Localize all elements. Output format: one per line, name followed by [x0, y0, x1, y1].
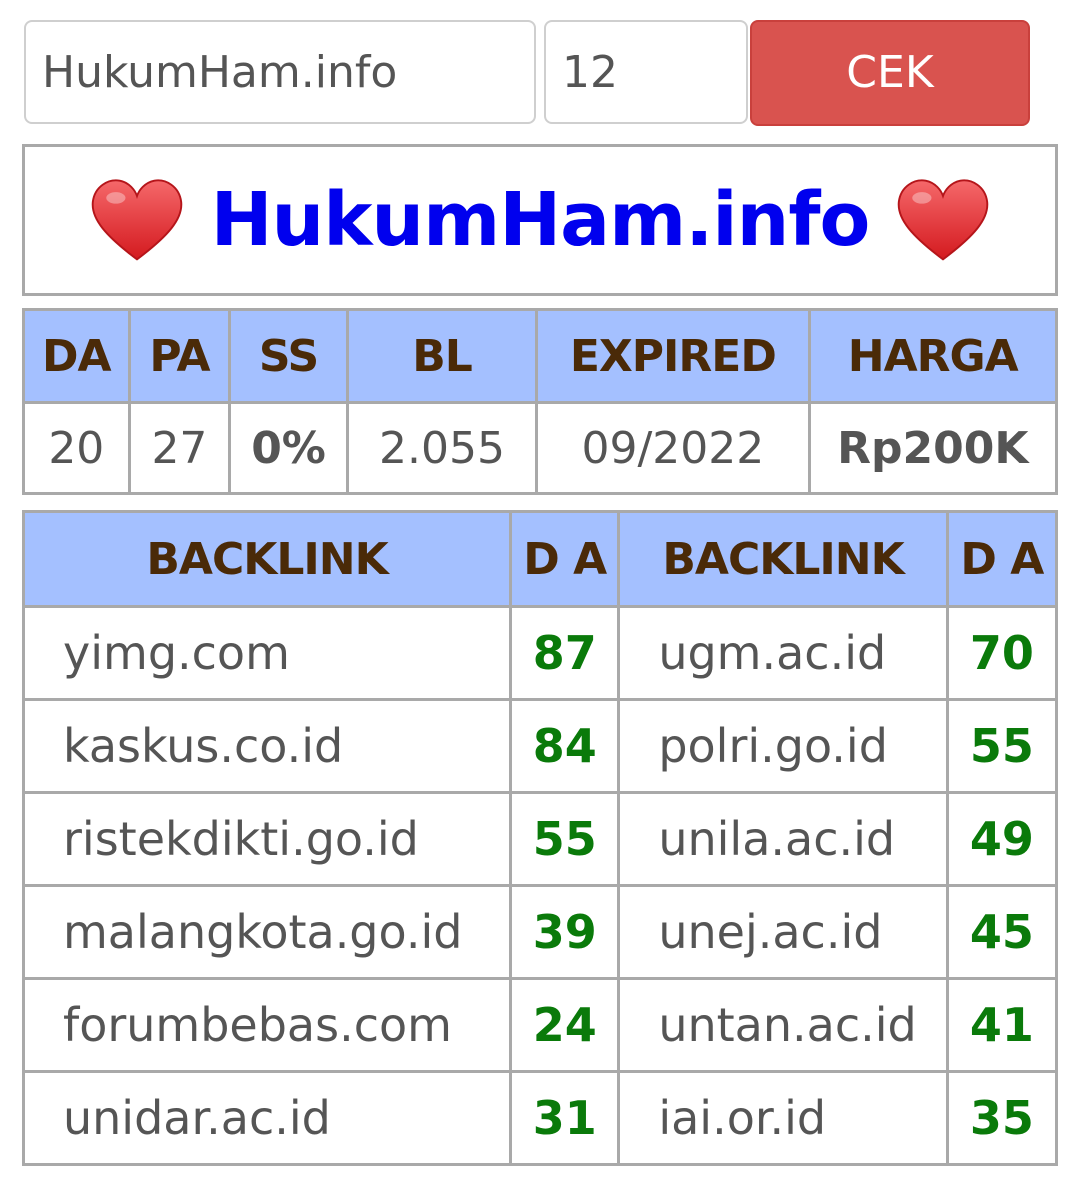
backlink-da: 70 [945, 605, 1059, 701]
heart-icon [898, 179, 989, 261]
bl-value: 2.055 [345, 401, 539, 495]
price-value: Rp200K [807, 401, 1059, 495]
backlink-domain: yimg.com [21, 605, 513, 701]
table-row: kaskus.co.id 84 polri.go.id 55 [21, 698, 1059, 794]
backlink-da: 35 [945, 1070, 1059, 1166]
backlink-da: 87 [509, 605, 621, 701]
domain-input[interactable] [24, 20, 536, 124]
backlink-domain: unej.ac.id [617, 884, 949, 980]
expired-value: 09/2022 [535, 401, 811, 495]
backlink-domain: ugm.ac.id [617, 605, 949, 701]
backlink-da: 31 [509, 1070, 621, 1166]
da-value: 20 [22, 401, 131, 495]
domain-metrics-table: DA PA SS BL EXPIRED HARGA 20 27 0% 2.055… [22, 308, 1059, 495]
metrics-header-row: DA PA SS BL EXPIRED HARGA [22, 308, 1059, 404]
backlink-domain: ristekdikti.go.id [21, 791, 513, 887]
header-backlink: BACKLINK [617, 510, 949, 608]
table-row: forumbebas.com 24 untan.ac.id 41 [21, 977, 1059, 1073]
backlink-da: 45 [945, 884, 1059, 980]
domain-title-box: HukumHam.info [22, 144, 1058, 296]
header-da: D A [945, 510, 1059, 608]
backlinks-table: BACKLINK D A BACKLINK D A yimg.com 87 ug… [21, 510, 1059, 1166]
backlink-domain: unila.ac.id [617, 791, 949, 887]
backlink-domain: polri.go.id [617, 698, 949, 794]
table-row: malangkota.go.id 39 unej.ac.id 45 [21, 884, 1059, 980]
domain-title: HukumHam.info [210, 177, 871, 263]
header-bl: BL [345, 308, 539, 404]
backlink-domain: forumbebas.com [21, 977, 513, 1073]
backlink-da: 84 [509, 698, 621, 794]
pa-value: 27 [127, 401, 232, 495]
header-da: DA [22, 308, 131, 404]
table-row: ristekdikti.go.id 55 unila.ac.id 49 [21, 791, 1059, 887]
backlink-da: 41 [945, 977, 1059, 1073]
header-harga: HARGA [807, 308, 1059, 404]
backlinks-header-row: BACKLINK D A BACKLINK D A [21, 510, 1059, 608]
backlink-domain: unidar.ac.id [21, 1070, 513, 1166]
heart-icon [91, 179, 182, 261]
table-row: yimg.com 87 ugm.ac.id 70 [21, 605, 1059, 701]
backlink-domain: malangkota.go.id [21, 884, 513, 980]
backlink-da: 24 [509, 977, 621, 1073]
table-row: unidar.ac.id 31 iai.or.id 35 [21, 1070, 1059, 1166]
backlink-domain: untan.ac.id [617, 977, 949, 1073]
header-backlink: BACKLINK [21, 510, 513, 608]
backlink-da: 55 [509, 791, 621, 887]
backlink-domain: kaskus.co.id [21, 698, 513, 794]
header-expired: EXPIRED [535, 308, 811, 404]
check-button[interactable]: CEK [750, 20, 1030, 126]
header-ss: SS [228, 308, 349, 404]
backlink-da: 39 [509, 884, 621, 980]
header-da: D A [509, 510, 621, 608]
backlink-da: 55 [945, 698, 1059, 794]
backlink-da: 49 [945, 791, 1059, 887]
ss-value: 0% [228, 401, 349, 495]
backlink-domain: iai.or.id [617, 1070, 949, 1166]
header-pa: PA [127, 308, 232, 404]
backlink-count-input[interactable] [544, 20, 748, 124]
metrics-value-row: 20 27 0% 2.055 09/2022 Rp200K [22, 401, 1059, 495]
